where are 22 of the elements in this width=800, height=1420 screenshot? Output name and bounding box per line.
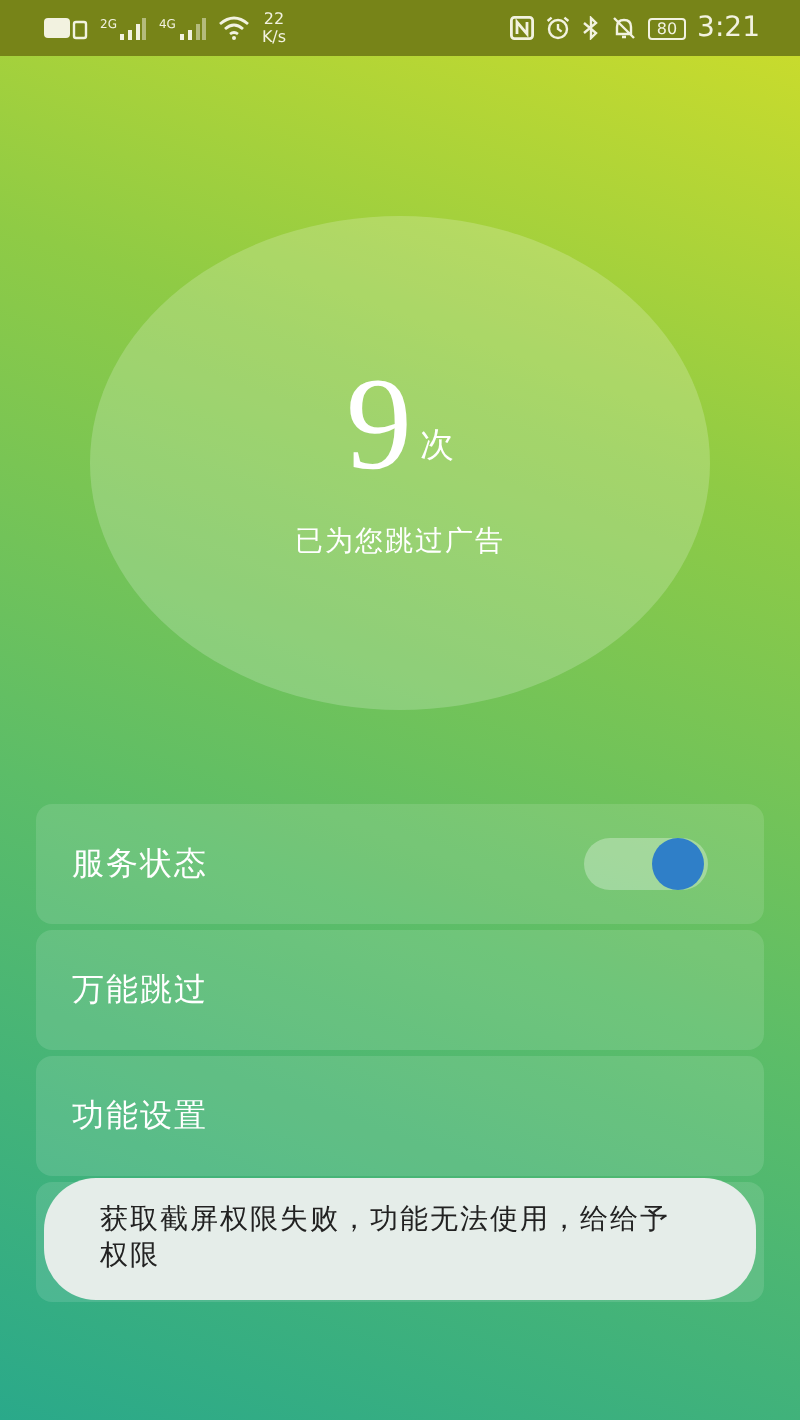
speed-unit: K/s	[261, 28, 287, 46]
signal-icon	[177, 17, 206, 39]
signal-icon	[118, 17, 147, 39]
setting-label: 服务状态	[72, 843, 208, 885]
setting-label: 功能设置	[72, 1095, 208, 1137]
skip-count: 9	[346, 355, 412, 495]
battery-icon: 80	[648, 17, 686, 39]
bluetooth-icon	[582, 16, 601, 40]
speed-value: 22	[263, 10, 285, 28]
toggle-switch[interactable]	[584, 838, 708, 890]
clock-time: 3:21	[697, 12, 760, 44]
setting-label: 万能跳过	[72, 969, 208, 1011]
nfc-icon	[510, 16, 535, 40]
muted-bell-icon	[612, 16, 637, 40]
counter-caption: 已为您跳过广告	[295, 523, 505, 559]
wifi-icon	[217, 16, 250, 40]
settings-card[interactable]: 功能设置	[36, 1056, 764, 1176]
settings-card[interactable]: 服务状态	[36, 804, 764, 924]
alarm-icon	[546, 16, 571, 40]
toast-message: 获取截屏权限失败，功能无法使用，给给予权限	[44, 1178, 756, 1300]
count-unit: 次	[420, 423, 454, 467]
settings-card[interactable]: 万能跳过	[36, 930, 764, 1050]
